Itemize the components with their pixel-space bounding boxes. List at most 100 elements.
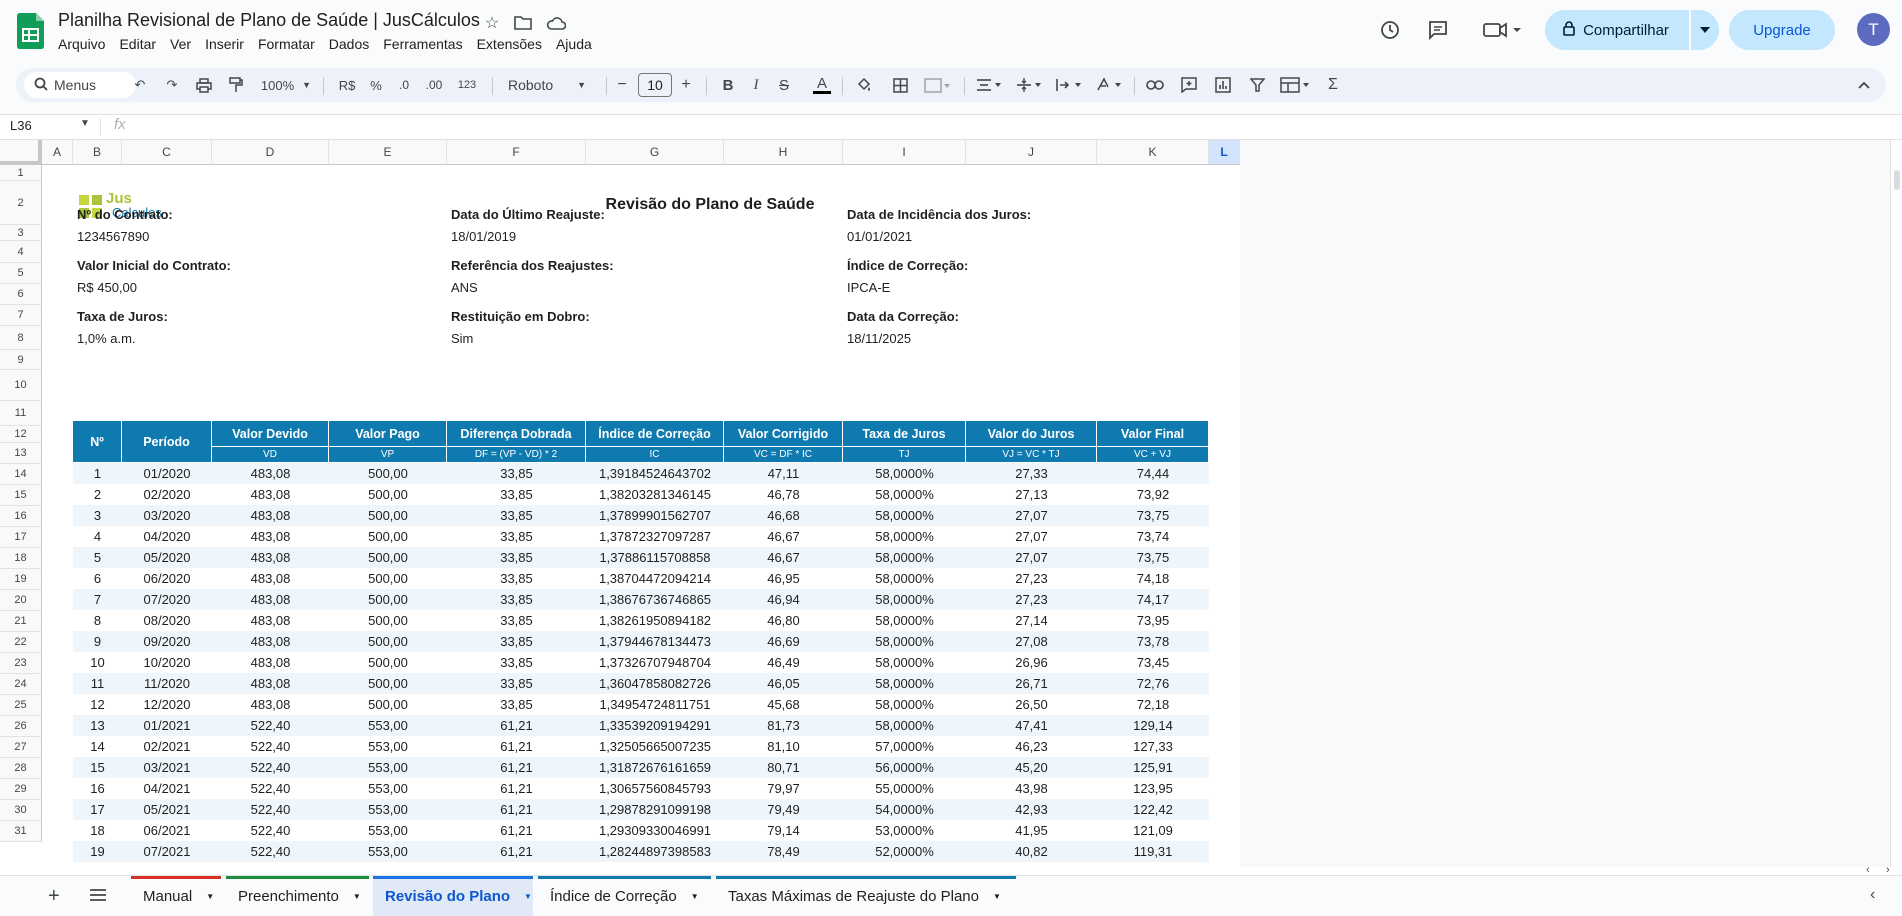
cloud-status-icon[interactable] — [545, 12, 567, 34]
table-cell[interactable]: 73,75 — [1097, 547, 1209, 568]
table-cell[interactable]: 33,85 — [447, 652, 586, 673]
table-cell[interactable]: 42,93 — [966, 799, 1097, 820]
table-cell[interactable]: 33,85 — [447, 463, 586, 484]
tab-menu-caret-icon[interactable]: ▼ — [993, 892, 1001, 901]
table-cell[interactable]: 500,00 — [329, 631, 447, 652]
column-header-h[interactable]: H — [724, 140, 843, 165]
row-header-28[interactable]: 28 — [0, 758, 42, 779]
table-cell[interactable]: 1,33539209194291 — [586, 715, 724, 736]
insert-comment-icon[interactable] — [1176, 68, 1202, 102]
table-cell[interactable]: 54,0000% — [843, 799, 966, 820]
table-cell[interactable]: 46,78 — [724, 484, 843, 505]
table-cell[interactable]: 61,21 — [447, 757, 586, 778]
table-cell[interactable]: 58,0000% — [843, 715, 966, 736]
table-cell[interactable]: 1,37944678134473 — [586, 631, 724, 652]
table-cell[interactable]: 06/2021 — [122, 820, 212, 841]
table-cell[interactable]: 81,10 — [724, 736, 843, 757]
table-cell[interactable]: 13 — [73, 715, 122, 736]
table-cell[interactable]: 15 — [73, 757, 122, 778]
table-cell[interactable]: 9 — [73, 631, 122, 652]
table-cell[interactable]: 27,07 — [966, 526, 1097, 547]
search-menus-input[interactable]: Menus — [24, 72, 136, 98]
vertical-scrollbar[interactable] — [1890, 140, 1902, 867]
column-header-l[interactable]: L — [1209, 140, 1240, 165]
scrollbar-thumb[interactable] — [1894, 170, 1900, 190]
table-cell[interactable]: 1,39184524643702 — [586, 463, 724, 484]
table-cell[interactable]: 125,91 — [1097, 757, 1209, 778]
tab-menu-caret-icon[interactable]: ▼ — [524, 892, 532, 901]
table-cell[interactable]: 18 — [73, 820, 122, 841]
table-cell[interactable]: 483,08 — [212, 463, 329, 484]
table-cell[interactable]: 500,00 — [329, 589, 447, 610]
table-cell[interactable]: 46,49 — [724, 652, 843, 673]
row-header-31[interactable]: 31 — [0, 821, 42, 842]
sheet-tab-5[interactable]: Taxas Máximas de Reajuste do Plano ▼ — [716, 876, 1016, 916]
table-cell[interactable]: 1,37899901562707 — [586, 505, 724, 526]
table-row[interactable]: 19 07/2021 522,40 553,00 61,21 1,282448973985… — [73, 841, 1209, 862]
share-button[interactable]: Compartilhar — [1545, 10, 1687, 50]
table-cell[interactable]: 46,69 — [724, 631, 843, 652]
sheet-grid[interactable]: ABCDEFGHIJKL 1 2 3 4 5 6 7 8 9 10 11 12 13 14 15 16 17 18… — [0, 140, 1902, 867]
menu-extensoes[interactable]: Extensões — [477, 36, 542, 52]
row-header-2[interactable]: 2 — [0, 181, 42, 225]
table-cell[interactable]: 61,21 — [447, 799, 586, 820]
tab-menu-caret-icon[interactable]: ▼ — [353, 892, 361, 901]
table-cell[interactable]: 483,08 — [212, 673, 329, 694]
column-header-g[interactable]: G — [586, 140, 724, 165]
star-icon[interactable]: ☆ — [481, 12, 503, 34]
table-cell[interactable]: 52,0000% — [843, 841, 966, 862]
table-cell[interactable]: 7 — [73, 589, 122, 610]
column-header-f[interactable]: F — [447, 140, 586, 165]
table-cell[interactable]: 27,13 — [966, 484, 1097, 505]
insert-link-icon[interactable] — [1142, 68, 1168, 102]
table-cell[interactable]: 40,82 — [966, 841, 1097, 862]
table-cell[interactable]: 1,38261950894182 — [586, 610, 724, 631]
table-cell[interactable]: 1,38203281346145 — [586, 484, 724, 505]
table-cell[interactable]: 61,21 — [447, 778, 586, 799]
row-header-27[interactable]: 27 — [0, 737, 42, 758]
table-cell[interactable]: 1,28244897398583 — [586, 841, 724, 862]
table-cell[interactable]: 61,21 — [447, 841, 586, 862]
table-cell[interactable]: 01/2020 — [122, 463, 212, 484]
table-cell[interactable]: 11 — [73, 673, 122, 694]
sheets-logo-icon[interactable] — [17, 13, 44, 49]
table-cell[interactable]: 1,30657560845793 — [586, 778, 724, 799]
table-cell[interactable]: 03/2021 — [122, 757, 212, 778]
all-sheets-icon[interactable] — [90, 889, 106, 904]
table-cell[interactable]: 483,08 — [212, 547, 329, 568]
table-cell[interactable]: 500,00 — [329, 652, 447, 673]
account-avatar[interactable]: T — [1857, 13, 1890, 46]
table-cell[interactable]: 33,85 — [447, 610, 586, 631]
table-cell[interactable]: 14 — [73, 736, 122, 757]
table-row[interactable]: 18 06/2021 522,40 553,00 61,21 1,293093300469… — [73, 820, 1209, 841]
table-row[interactable]: 15 03/2021 522,40 553,00 61,21 1,318726761616… — [73, 757, 1209, 778]
table-cell[interactable]: 73,45 — [1097, 652, 1209, 673]
table-cell[interactable]: 04/2020 — [122, 526, 212, 547]
table-cell[interactable]: 05/2020 — [122, 547, 212, 568]
table-cell[interactable]: 58,0000% — [843, 589, 966, 610]
table-cell[interactable]: 33,85 — [447, 694, 586, 715]
table-cell[interactable]: 58,0000% — [843, 505, 966, 526]
table-cell[interactable]: 522,40 — [212, 736, 329, 757]
table-cell[interactable]: 522,40 — [212, 778, 329, 799]
filter-views-icon[interactable] — [1276, 68, 1316, 102]
row-header-6[interactable]: 6 — [0, 284, 42, 305]
table-cell[interactable]: 1,38704472094214 — [586, 568, 724, 589]
column-header-k[interactable]: K — [1097, 140, 1209, 165]
meet-icon[interactable] — [1480, 17, 1524, 43]
table-cell[interactable]: 74,44 — [1097, 463, 1209, 484]
move-folder-icon[interactable] — [512, 12, 534, 34]
table-cell[interactable]: 1 — [73, 463, 122, 484]
tab-menu-caret-icon[interactable]: ▼ — [691, 892, 699, 901]
table-cell[interactable]: 553,00 — [329, 841, 447, 862]
more-formats-button[interactable]: 123 — [452, 68, 482, 102]
name-box[interactable]: L36 — [10, 118, 32, 133]
table-cell[interactable]: 2 — [73, 484, 122, 505]
table-cell[interactable]: 4 — [73, 526, 122, 547]
table-cell[interactable]: 26,96 — [966, 652, 1097, 673]
table-cell[interactable]: 79,14 — [724, 820, 843, 841]
table-cell[interactable]: 553,00 — [329, 715, 447, 736]
table-cell[interactable]: 73,78 — [1097, 631, 1209, 652]
table-cell[interactable]: 58,0000% — [843, 463, 966, 484]
table-row[interactable]: 7 07/2020 483,08 500,00 33,85 1,3867673674686… — [73, 589, 1209, 610]
